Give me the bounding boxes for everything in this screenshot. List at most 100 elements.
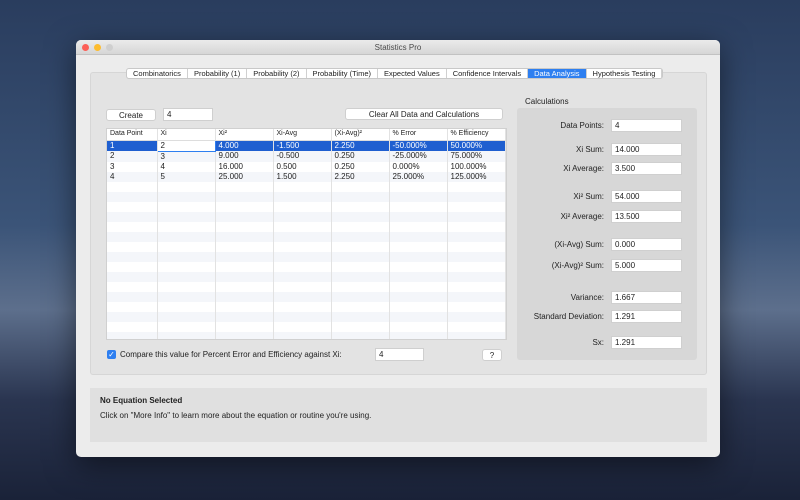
table-cell[interactable] bbox=[331, 181, 390, 192]
table-cell[interactable] bbox=[389, 321, 448, 332]
table-cell[interactable] bbox=[389, 251, 448, 262]
compare-checkbox[interactable]: ✓ bbox=[107, 350, 116, 359]
calc-value-field[interactable]: 3.500 bbox=[611, 162, 682, 175]
table-cell[interactable] bbox=[107, 241, 158, 252]
table-cell[interactable] bbox=[389, 201, 448, 212]
table-cell[interactable] bbox=[215, 281, 274, 292]
table-cell[interactable] bbox=[389, 181, 448, 192]
table-cell[interactable] bbox=[107, 281, 158, 292]
table-cell[interactable] bbox=[273, 231, 332, 242]
table-cell[interactable]: 0.000% bbox=[389, 161, 448, 172]
table-cell[interactable] bbox=[107, 251, 158, 262]
table-cell[interactable]: 3 bbox=[107, 161, 158, 172]
table-cell[interactable] bbox=[331, 191, 390, 202]
table-row[interactable]: 1 2 4.000 -1.500 2.250 -50.000% 50.000% bbox=[107, 139, 506, 152]
table-row[interactable] bbox=[107, 281, 506, 292]
table-cell[interactable]: 25.000 bbox=[215, 171, 274, 182]
table-cell[interactable] bbox=[273, 271, 332, 282]
table-cell[interactable]: 25.000% bbox=[389, 171, 448, 182]
table-cell[interactable] bbox=[107, 191, 158, 202]
table-cell[interactable] bbox=[157, 331, 216, 339]
compare-value-field[interactable]: 4 bbox=[375, 348, 424, 361]
data-table[interactable]: Data Point Xi Xi² Xi-Avg (Xi-Avg)²% Error% E… bbox=[106, 128, 507, 340]
table-cell[interactable] bbox=[157, 221, 216, 232]
table-cell[interactable] bbox=[273, 291, 332, 302]
table-cell[interactable] bbox=[215, 201, 274, 212]
table-cell[interactable] bbox=[331, 251, 390, 262]
table-cell[interactable] bbox=[215, 291, 274, 302]
table-cell[interactable] bbox=[215, 191, 274, 202]
table-cell[interactable] bbox=[215, 301, 274, 312]
table-cell[interactable] bbox=[389, 281, 448, 292]
table-cell[interactable] bbox=[157, 181, 216, 192]
table-cell[interactable] bbox=[107, 301, 158, 312]
table-cell[interactable] bbox=[157, 241, 216, 252]
table-cell[interactable] bbox=[107, 261, 158, 272]
data-count-field[interactable]: 4 bbox=[163, 108, 213, 121]
table-cell[interactable] bbox=[447, 311, 506, 322]
table-cell[interactable] bbox=[331, 301, 390, 312]
table-cell[interactable] bbox=[331, 321, 390, 332]
table-cell[interactable]: 4 bbox=[107, 171, 158, 182]
table-cell[interactable]: 3 bbox=[157, 151, 216, 162]
table-cell[interactable] bbox=[447, 331, 506, 339]
table-cell[interactable] bbox=[215, 211, 274, 222]
calc-value-field[interactable]: 54.000 bbox=[611, 190, 682, 203]
table-cell[interactable] bbox=[157, 261, 216, 272]
table-cell[interactable] bbox=[107, 271, 158, 282]
table-cell[interactable] bbox=[273, 191, 332, 202]
column-header[interactable]: Xi² bbox=[215, 129, 274, 141]
calc-value-field[interactable]: 0.000 bbox=[611, 238, 682, 251]
table-cell[interactable] bbox=[157, 251, 216, 262]
tab-confidence-intervals[interactable]: Confidence Intervals bbox=[447, 69, 529, 78]
table-cell[interactable] bbox=[107, 321, 158, 332]
table-row[interactable] bbox=[107, 221, 506, 232]
table-row[interactable] bbox=[107, 241, 506, 252]
table-cell[interactable] bbox=[157, 291, 216, 302]
table-cell[interactable] bbox=[273, 301, 332, 312]
table-cell[interactable]: 100.000% bbox=[447, 161, 506, 172]
table-cell[interactable] bbox=[157, 211, 216, 222]
table-cell[interactable] bbox=[389, 221, 448, 232]
create-button[interactable]: Create bbox=[106, 109, 156, 121]
table-cell[interactable] bbox=[331, 311, 390, 322]
table-cell[interactable] bbox=[273, 181, 332, 192]
table-cell[interactable] bbox=[157, 231, 216, 242]
table-cell[interactable]: 16.000 bbox=[215, 161, 274, 172]
table-row[interactable] bbox=[107, 321, 506, 332]
table-row[interactable] bbox=[107, 301, 506, 312]
clear-all-button[interactable]: Clear All Data and Calculations bbox=[345, 108, 503, 120]
table-cell[interactable] bbox=[107, 231, 158, 242]
table-cell[interactable] bbox=[107, 311, 158, 322]
table-row[interactable] bbox=[107, 271, 506, 282]
calc-value-field[interactable]: 4 bbox=[611, 119, 682, 132]
table-cell[interactable] bbox=[215, 311, 274, 322]
table-cell[interactable]: 2.250 bbox=[331, 171, 390, 182]
table-cell[interactable] bbox=[273, 311, 332, 322]
table-cell[interactable] bbox=[215, 331, 274, 339]
table-cell[interactable] bbox=[273, 261, 332, 272]
table-row[interactable]: 2 3 9.000 -0.500 0.250 -25.000% 75.000% bbox=[107, 151, 506, 162]
table-cell[interactable] bbox=[215, 251, 274, 262]
table-cell[interactable] bbox=[389, 191, 448, 202]
table-cell[interactable] bbox=[215, 261, 274, 272]
table-cell[interactable] bbox=[273, 321, 332, 332]
table-cell[interactable] bbox=[331, 231, 390, 242]
tab-data-analysis[interactable]: Data Analysis bbox=[528, 69, 587, 78]
table-cell[interactable] bbox=[389, 311, 448, 322]
table-cell[interactable] bbox=[273, 221, 332, 232]
table-cell[interactable] bbox=[447, 241, 506, 252]
table-cell[interactable] bbox=[273, 281, 332, 292]
table-cell[interactable] bbox=[389, 261, 448, 272]
table-cell[interactable] bbox=[447, 301, 506, 312]
table-cell[interactable]: 2 bbox=[107, 151, 158, 162]
table-cell[interactable] bbox=[331, 331, 390, 339]
table-cell[interactable]: 2.250 bbox=[331, 140, 390, 151]
table-cell[interactable] bbox=[215, 271, 274, 282]
table-cell[interactable] bbox=[447, 181, 506, 192]
table-cell[interactable] bbox=[389, 241, 448, 252]
calc-value-field[interactable]: 1.291 bbox=[611, 336, 682, 349]
table-cell[interactable] bbox=[447, 211, 506, 222]
close-button[interactable] bbox=[82, 44, 89, 51]
tab-hypothesis-testing[interactable]: Hypothesis Testing bbox=[587, 69, 663, 78]
